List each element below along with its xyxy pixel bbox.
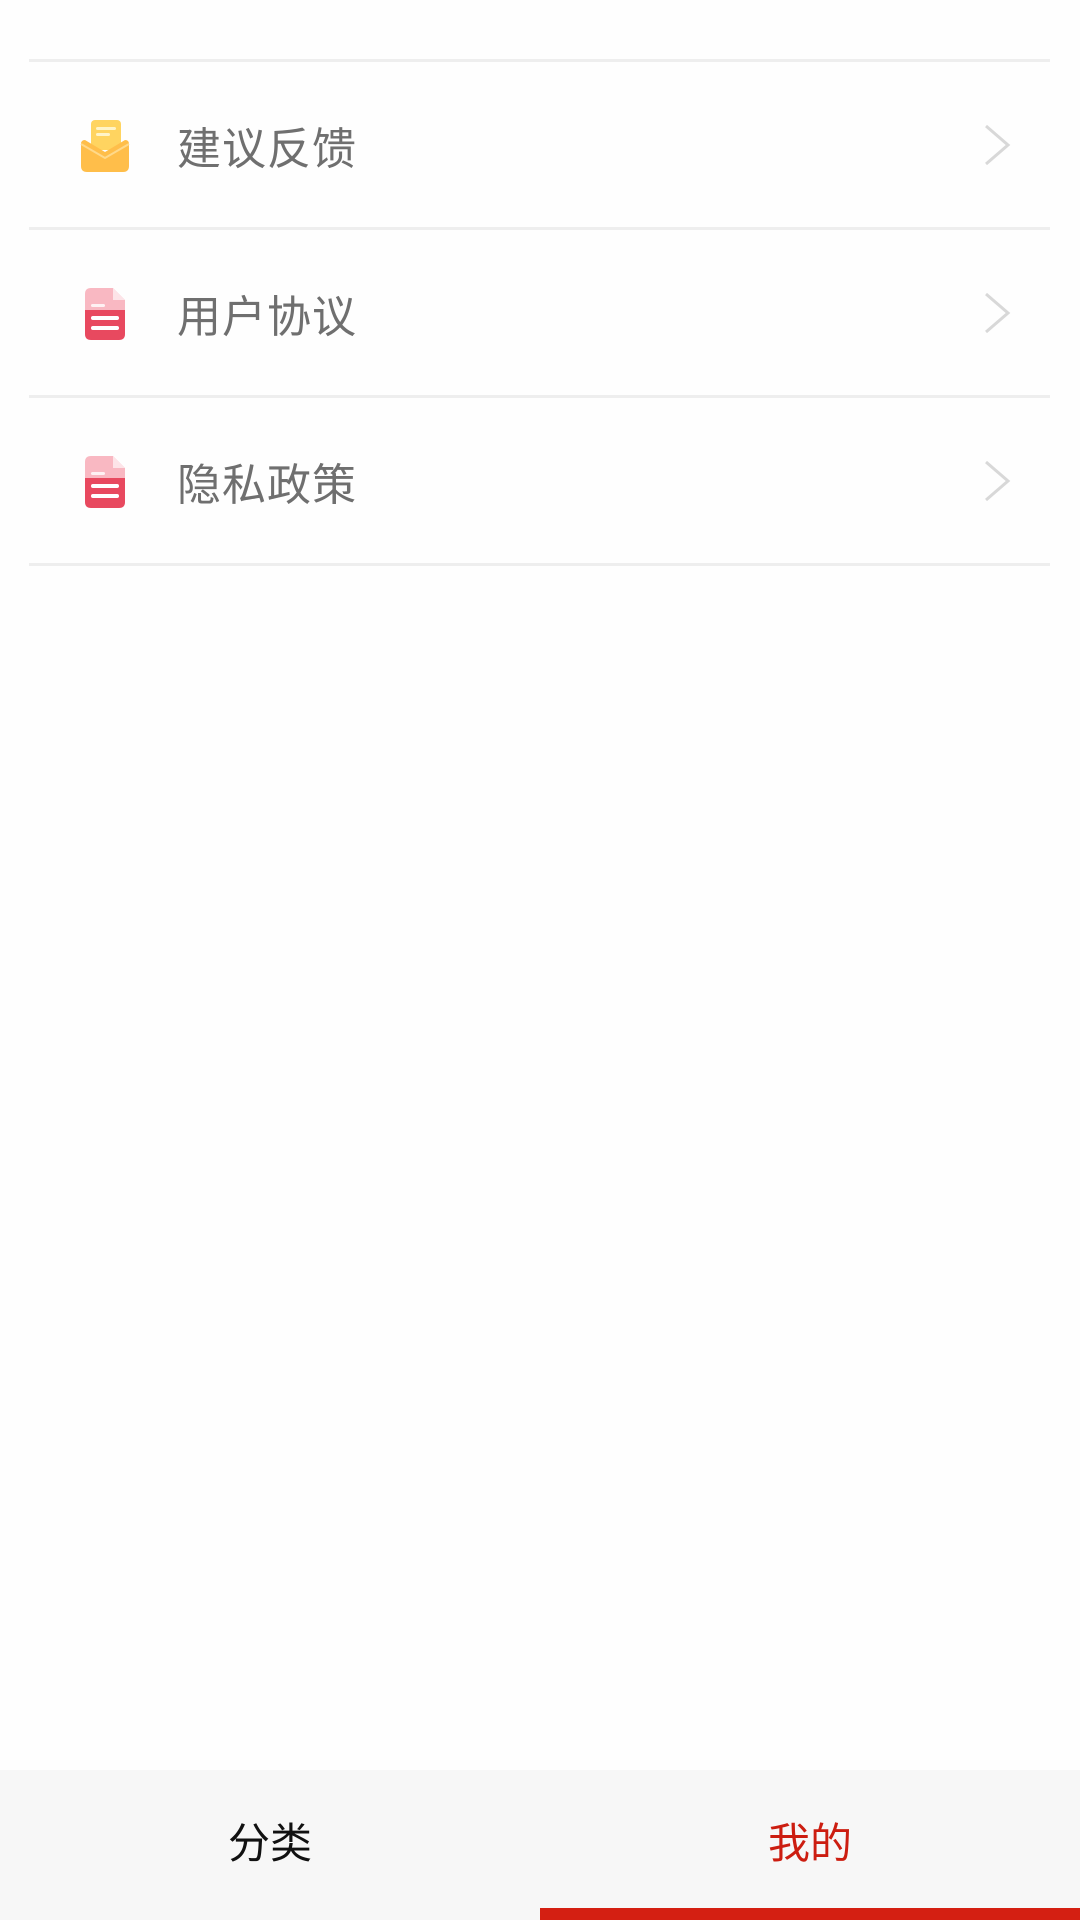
tab-label: 分类 xyxy=(227,1818,312,1868)
document-icon xyxy=(77,454,133,510)
chevron-right-icon xyxy=(982,291,1012,335)
menu-item-label: 用户协议 xyxy=(177,291,357,343)
menu-item-user-agreement[interactable]: 用户协议 xyxy=(29,230,1050,398)
menu-item-privacy-policy[interactable]: 隐私政策 xyxy=(29,398,1050,566)
tab-label: 我的 xyxy=(767,1818,852,1868)
menu-list: 建议反馈 用户协议 隐私政策 xyxy=(29,59,1050,566)
document-icon xyxy=(77,286,133,342)
chevron-right-icon xyxy=(982,459,1012,503)
chevron-right-icon xyxy=(982,123,1012,167)
tab-mine[interactable]: 我的 xyxy=(540,1770,1080,1920)
settings-screen: 建议反馈 用户协议 隐私政策 分类 我的 xyxy=(0,0,1080,1920)
menu-item-label: 建议反馈 xyxy=(177,123,357,175)
bottom-tab-bar: 分类 我的 xyxy=(0,1770,1080,1920)
tab-category[interactable]: 分类 xyxy=(0,1770,540,1920)
menu-item-label: 隐私政策 xyxy=(177,459,357,511)
envelope-open-icon xyxy=(77,118,133,174)
menu-item-feedback[interactable]: 建议反馈 xyxy=(29,62,1050,230)
active-tab-indicator xyxy=(540,1908,1080,1920)
